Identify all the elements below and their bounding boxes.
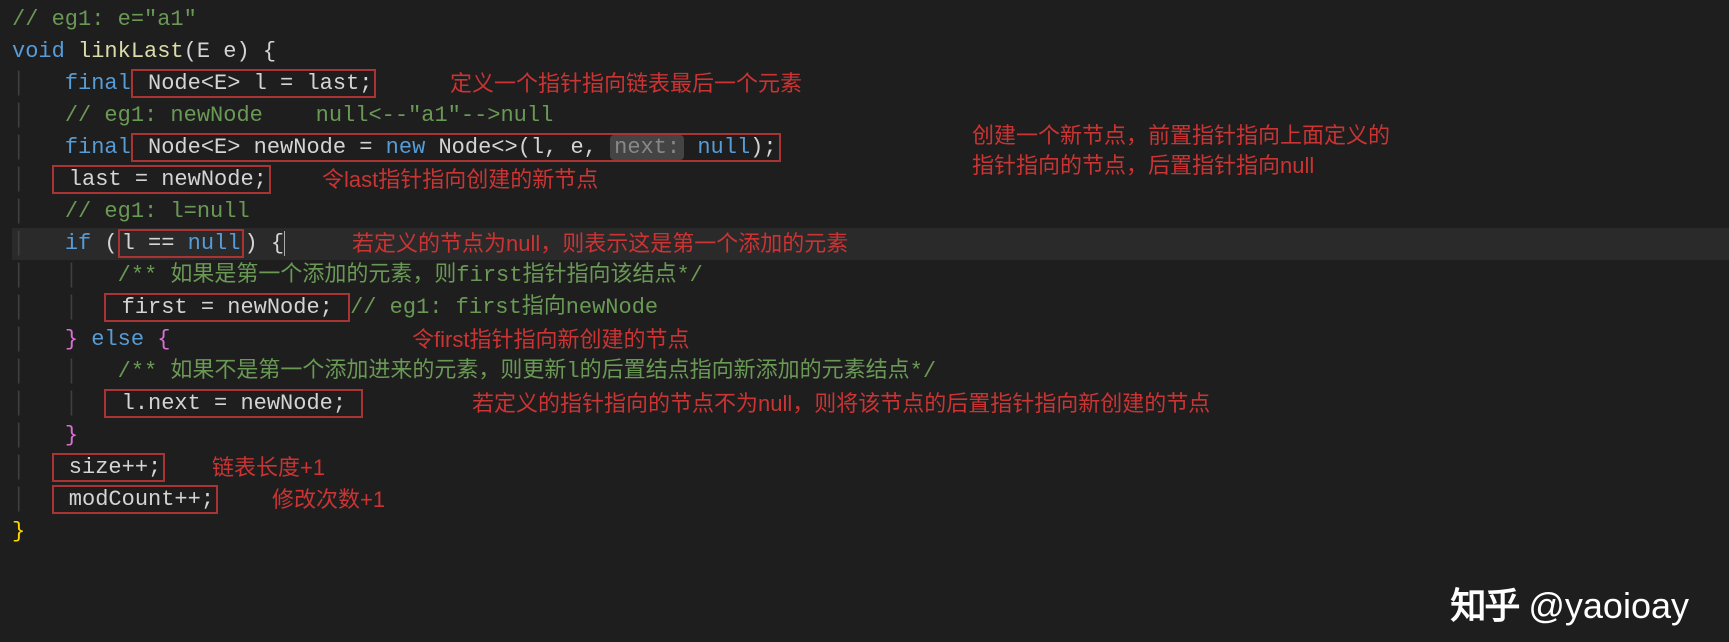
highlighted-code: first = newNode;	[104, 293, 350, 322]
comment-text: // eg1: newNode null<--"a1"-->null	[65, 103, 553, 128]
code-line: │ │ /** 如果不是第一个添加进来的元素，则更新l的后置结点指向新添加的元素…	[12, 356, 1729, 388]
highlighted-code: Node<E> l = last;	[131, 69, 377, 98]
annotation: 创建一个新节点，前置指针指向上面定义的	[972, 120, 1390, 152]
highlighted-code: modCount++;	[52, 485, 218, 514]
keyword-void: void	[12, 39, 65, 64]
code-line: │ final Node<E> newNode = new Node<>(l, …	[12, 132, 1729, 164]
highlighted-code: l == null	[118, 229, 245, 258]
annotation: 令last指针指向创建的新节点	[322, 164, 598, 196]
code-line: │ // eg1: newNode null<--"a1"-->null	[12, 100, 1729, 132]
keyword-else: else	[78, 327, 157, 352]
code-line: │ size++;链表长度+1	[12, 452, 1729, 484]
text-cursor	[284, 231, 285, 256]
close-brace: }	[65, 423, 78, 448]
open-brace: {	[157, 327, 170, 352]
code-line: }	[12, 516, 1729, 548]
code-line: │ } else {令first指针指向新创建的节点	[12, 324, 1729, 356]
keyword-final: final	[65, 71, 131, 96]
code-line: void linkLast(E e) {	[12, 36, 1729, 68]
zhihu-logo-icon: 知乎	[1450, 590, 1518, 622]
doc-comment: /** 如果不是第一个添加进来的元素，则更新l的后置结点指向新添加的元素结点*/	[118, 359, 936, 384]
code-line: │ │ /** 如果是第一个添加的元素，则first指针指向该结点*/	[12, 260, 1729, 292]
annotation: 链表长度+1	[212, 452, 325, 484]
comment-text: // eg1: l=null	[65, 199, 250, 224]
code-line: │ // eg1: l=null	[12, 196, 1729, 228]
comment-text: // eg1: first指向newNode	[350, 295, 658, 320]
method-name: linkLast	[78, 39, 184, 64]
watermark: 知乎 @yaoioay	[1450, 590, 1689, 622]
param-hint: next:	[610, 135, 684, 160]
code-line: // eg1: e="a1"	[12, 4, 1729, 36]
highlighted-code: l.next = newNode;	[104, 389, 363, 418]
code-line-active: │ if (l == null) {若定义的节点为null，则表示这是第一个添加…	[12, 228, 1729, 260]
code-line: │ }	[12, 420, 1729, 452]
code-line: │ modCount++;修改次数+1	[12, 484, 1729, 516]
code-line: │ │ l.next = newNode; 若定义的指针指向的节点不为null，…	[12, 388, 1729, 420]
keyword-if: if	[65, 231, 91, 256]
highlighted-code: last = newNode;	[52, 165, 271, 194]
close-brace: }	[65, 327, 78, 352]
params: (E e) {	[184, 39, 276, 64]
code-line: │ │ first = newNode; // eg1: first指向newN…	[12, 292, 1729, 324]
annotation: 令first指针指向新创建的节点	[412, 324, 689, 356]
code-line: │ final Node<E> l = last;定义一个指针指向链表最后一个元…	[12, 68, 1729, 100]
annotation: 若定义的指针指向的节点不为null，则将该节点的后置指针指向新创建的节点	[472, 388, 1210, 420]
annotation: 修改次数+1	[272, 484, 385, 516]
highlighted-code: size++;	[52, 453, 166, 482]
comment-text: // eg1: e="a1"	[12, 7, 197, 32]
annotation: 定义一个指针指向链表最后一个元素	[450, 68, 802, 100]
doc-comment: /** 如果是第一个添加的元素，则first指针指向该结点*/	[118, 263, 703, 288]
annotation: 若定义的节点为null，则表示这是第一个添加的元素	[352, 228, 848, 260]
watermark-handle: @yaoioay	[1528, 590, 1689, 622]
close-brace: }	[12, 519, 25, 544]
code-line: │ last = newNode;令last指针指向创建的新节点	[12, 164, 1729, 196]
code-editor[interactable]: // eg1: e="a1" void linkLast(E e) { │ fi…	[12, 4, 1729, 548]
highlighted-code: Node<E> newNode = new Node<>(l, e, next:…	[131, 133, 781, 162]
keyword-final: final	[65, 135, 131, 160]
